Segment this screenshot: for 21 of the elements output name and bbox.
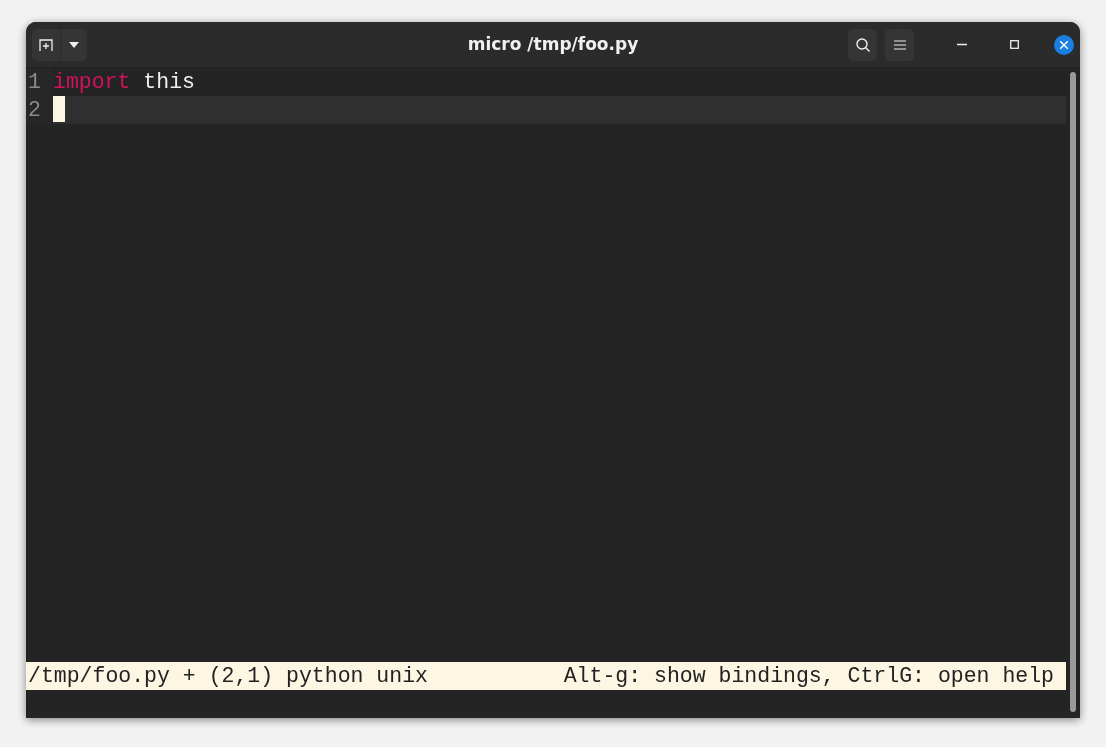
keyword-token: import — [53, 70, 131, 94]
new-tab-icon — [38, 36, 54, 53]
caret-icon — [69, 41, 79, 48]
window-title: micro /tmp/foo.py — [467, 32, 639, 56]
search-button[interactable] — [848, 28, 877, 61]
code-text: this — [142, 70, 195, 94]
line-number: 1 — [28, 70, 41, 94]
menu-icon — [893, 38, 906, 51]
close-button[interactable] — [1054, 34, 1074, 55]
dropdown-button[interactable] — [61, 28, 87, 61]
status-file-info: /tmp/foo.py + (2,1) python unix — [28, 663, 428, 690]
new-tab-button[interactable] — [32, 28, 60, 61]
menu-button[interactable] — [885, 28, 914, 61]
text-cursor — [53, 96, 65, 122]
minimize-icon — [957, 43, 967, 46]
line-number: 2 — [28, 98, 41, 122]
status-help-hint: Alt-g: show bindings, CtrlG: open help — [563, 663, 1054, 690]
search-icon — [854, 36, 871, 53]
close-icon — [1060, 40, 1068, 49]
maximize-icon — [1009, 40, 1019, 49]
scrollbar-thumb[interactable] — [1070, 72, 1076, 712]
